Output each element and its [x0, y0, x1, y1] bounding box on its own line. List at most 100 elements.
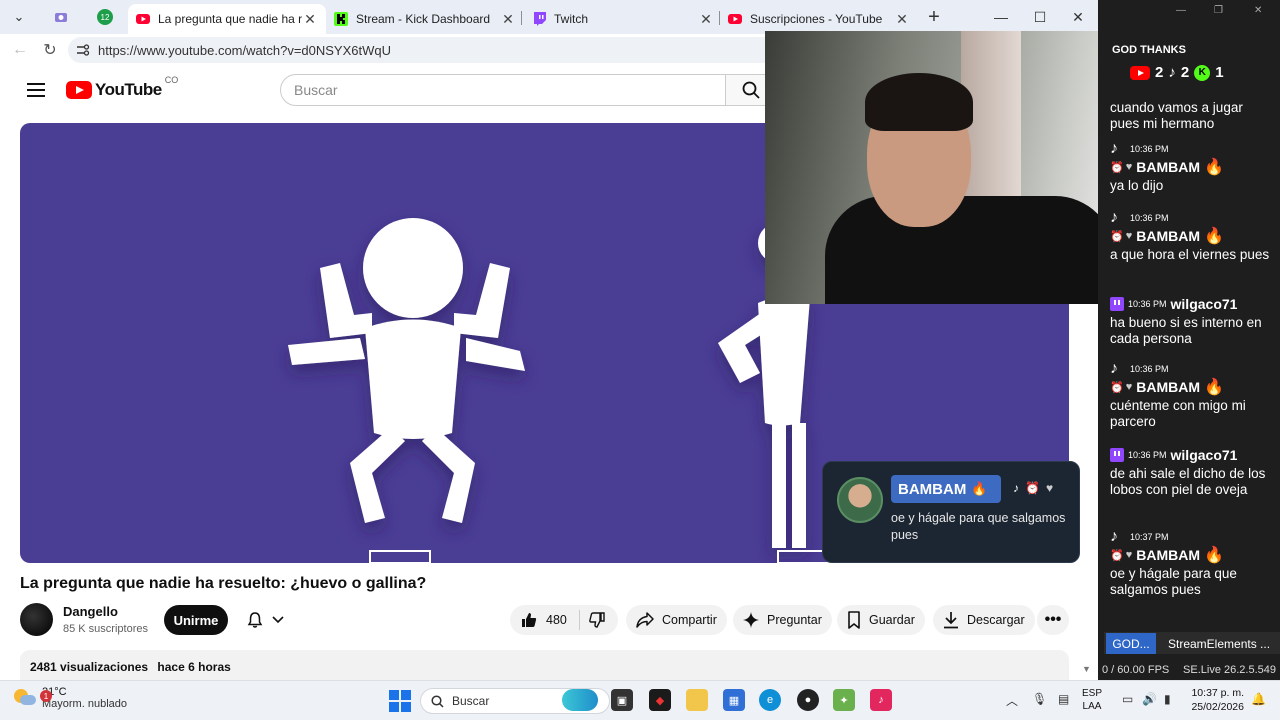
view-count: 2481 visualizaciones: [30, 660, 149, 674]
heart-badge-icon: ♥: [1045, 481, 1054, 495]
user-badges: ⏰ ♥: [1110, 549, 1132, 562]
youtube-icon: [728, 12, 742, 26]
start-button[interactable]: [389, 690, 411, 712]
language-indicator[interactable]: ESP LAA: [1082, 687, 1102, 713]
search-highlight-icon[interactable]: [562, 689, 598, 711]
bell-icon: [247, 612, 263, 628]
youtube-icon: [1130, 65, 1150, 80]
back-button[interactable]: ←: [8, 38, 32, 62]
chat-message-text: oe y hágale para que salgamos pues: [1110, 566, 1237, 597]
save-button[interactable]: Guardar: [837, 605, 925, 635]
new-tab-button[interactable]: +: [921, 5, 947, 29]
join-button[interactable]: Unirme: [164, 605, 228, 635]
tab-search-icon[interactable]: ⌄: [6, 5, 32, 29]
youtube-count: 2: [1155, 64, 1164, 81]
sparkle-icon: [743, 612, 759, 628]
user-badges: ⏰ ♥: [1110, 381, 1132, 394]
clock-badge-icon: ⏰: [1025, 481, 1040, 495]
download-button[interactable]: Descargar: [933, 605, 1035, 635]
more-actions-button[interactable]: •••: [1037, 605, 1069, 635]
chat-restore-icon[interactable]: ❐: [1214, 5, 1223, 16]
alert-username: BAMBAM: [898, 480, 967, 498]
weather-desc: Mayorm. nublado: [42, 698, 127, 710]
tab-kick-dashboard[interactable]: Stream - Kick Dashboard ✕: [326, 4, 524, 34]
scroll-down-arrow[interactable]: ▼: [1082, 664, 1091, 674]
chat-minimize-icon[interactable]: —: [1176, 5, 1186, 16]
close-tab-icon[interactable]: ✕: [302, 11, 318, 28]
channel-avatar[interactable]: [20, 603, 53, 636]
chat-message: ♪ 10:36 PM ⏰ ♥ BAMBAM 🔥 cuénteme con migo mi…: [1110, 360, 1274, 430]
clock-badge-icon: ⏰: [1110, 549, 1124, 562]
channel-name[interactable]: Dangello: [63, 604, 118, 619]
chat-app-icon[interactable]: ✦: [833, 689, 855, 711]
clock-date: 25/02/2026: [1191, 701, 1244, 713]
fire-icon: 🔥: [1204, 159, 1224, 176]
site-info-icon[interactable]: [74, 41, 92, 59]
weather-widget[interactable]: 1 21°C Mayorm. nublado: [14, 686, 127, 710]
alert-message: oe y hágale para que salgamos pues: [891, 511, 1066, 542]
chat-alert-card: BAMBAM 🔥 ♪ ⏰ ♥ oe y hágale para que salg…: [822, 461, 1080, 563]
tiktok-icon: ♪: [1110, 209, 1118, 226]
clock-badge-icon: ⏰: [1110, 230, 1124, 243]
menu-icon[interactable]: [26, 80, 46, 100]
notification-bell-button[interactable]: [234, 605, 296, 635]
fire-icon: 🔥: [1204, 547, 1224, 564]
bookmark-icon: [848, 611, 860, 629]
ask-button[interactable]: Preguntar: [733, 605, 832, 635]
tiktok-icon: ♪: [1110, 528, 1118, 545]
maximize-button[interactable]: ☐: [1024, 4, 1056, 30]
battery-icon[interactable]: ▮: [1164, 692, 1171, 706]
shield-app-icon[interactable]: ◆: [649, 689, 671, 711]
youtube-icon: [136, 12, 150, 26]
dock-tab-streamelements[interactable]: StreamElements ...: [1160, 633, 1278, 654]
notifications-icon[interactable]: 🔔: [1251, 692, 1266, 706]
twitch-icon: [1110, 297, 1124, 311]
chat-window-bar: — ❐ ✕: [1098, 0, 1280, 30]
chat-close-icon[interactable]: ✕: [1254, 5, 1262, 16]
address-bar[interactable]: https://www.youtube.com/watch?v=d0NSYX6t…: [68, 37, 788, 63]
status-bar: 0 / 60.00 FPS SE.Live 26.2.5.549: [1098, 660, 1280, 680]
youtube-logo[interactable]: YouTube CO: [66, 75, 178, 100]
close-tab-icon[interactable]: ✕: [698, 11, 714, 28]
task-view-icon[interactable]: ▣: [611, 689, 633, 711]
like-dislike-group: 480: [510, 605, 618, 635]
pinned-tab-camera[interactable]: [44, 5, 78, 29]
weather-badge: 1: [40, 690, 52, 702]
ask-label: Preguntar: [767, 613, 822, 627]
file-explorer-icon[interactable]: [686, 689, 708, 711]
tray-chevron-icon[interactable]: ︿: [1006, 692, 1018, 709]
volume-icon[interactable]: 🔊: [1142, 692, 1157, 706]
tiktok-app-icon[interactable]: ♪: [870, 689, 892, 711]
taskbar-clock[interactable]: 10:37 p. m. 25/02/2026: [1188, 686, 1244, 714]
display-icon[interactable]: ▭: [1122, 692, 1133, 706]
description-box[interactable]: 2481 visualizaciones hace 6 horas: [20, 650, 1069, 682]
webcam-person-body: [825, 196, 1113, 304]
microphone-icon[interactable]: 🎙: [1032, 692, 1047, 706]
alert-avatar: [837, 477, 883, 523]
close-tab-icon[interactable]: ✕: [500, 11, 516, 28]
pinned-tab-counter[interactable]: 12: [88, 5, 122, 29]
dislike-icon[interactable]: [588, 611, 606, 629]
upload-age: hace 6 horas: [157, 660, 231, 674]
clock-badge-icon: ⏰: [1110, 381, 1124, 394]
tab-youtube-video[interactable]: La pregunta que nadie ha resuelto ✕: [128, 4, 326, 34]
tray-app-icon[interactable]: ▤: [1058, 692, 1069, 706]
close-tab-icon[interactable]: ✕: [894, 11, 910, 28]
heart-badge-icon: ♥: [1125, 549, 1133, 561]
obs-icon[interactable]: ●: [797, 689, 819, 711]
reload-button[interactable]: ↻: [38, 38, 62, 62]
chat-message-text: de ahi sale el dicho de los lobos con pi…: [1110, 466, 1266, 497]
fire-icon: 🔥: [1204, 379, 1224, 396]
share-button[interactable]: Compartir: [626, 605, 727, 635]
tiktok-icon: ♪: [1168, 64, 1176, 81]
minimize-button[interactable]: —: [985, 4, 1017, 30]
search-input[interactable]: Buscar: [280, 74, 726, 106]
tab-twitch[interactable]: Twitch ✕: [524, 4, 722, 34]
edge-browser-icon[interactable]: e: [759, 689, 781, 711]
like-icon[interactable]: [520, 611, 538, 629]
tab-subscriptions[interactable]: Suscripciones - YouTube ✕: [720, 4, 918, 34]
dock-tab-god[interactable]: GOD...: [1106, 633, 1156, 654]
close-window-button[interactable]: ✕: [1062, 4, 1094, 30]
like-count: 480: [546, 613, 567, 627]
store-icon[interactable]: ▦: [723, 689, 745, 711]
